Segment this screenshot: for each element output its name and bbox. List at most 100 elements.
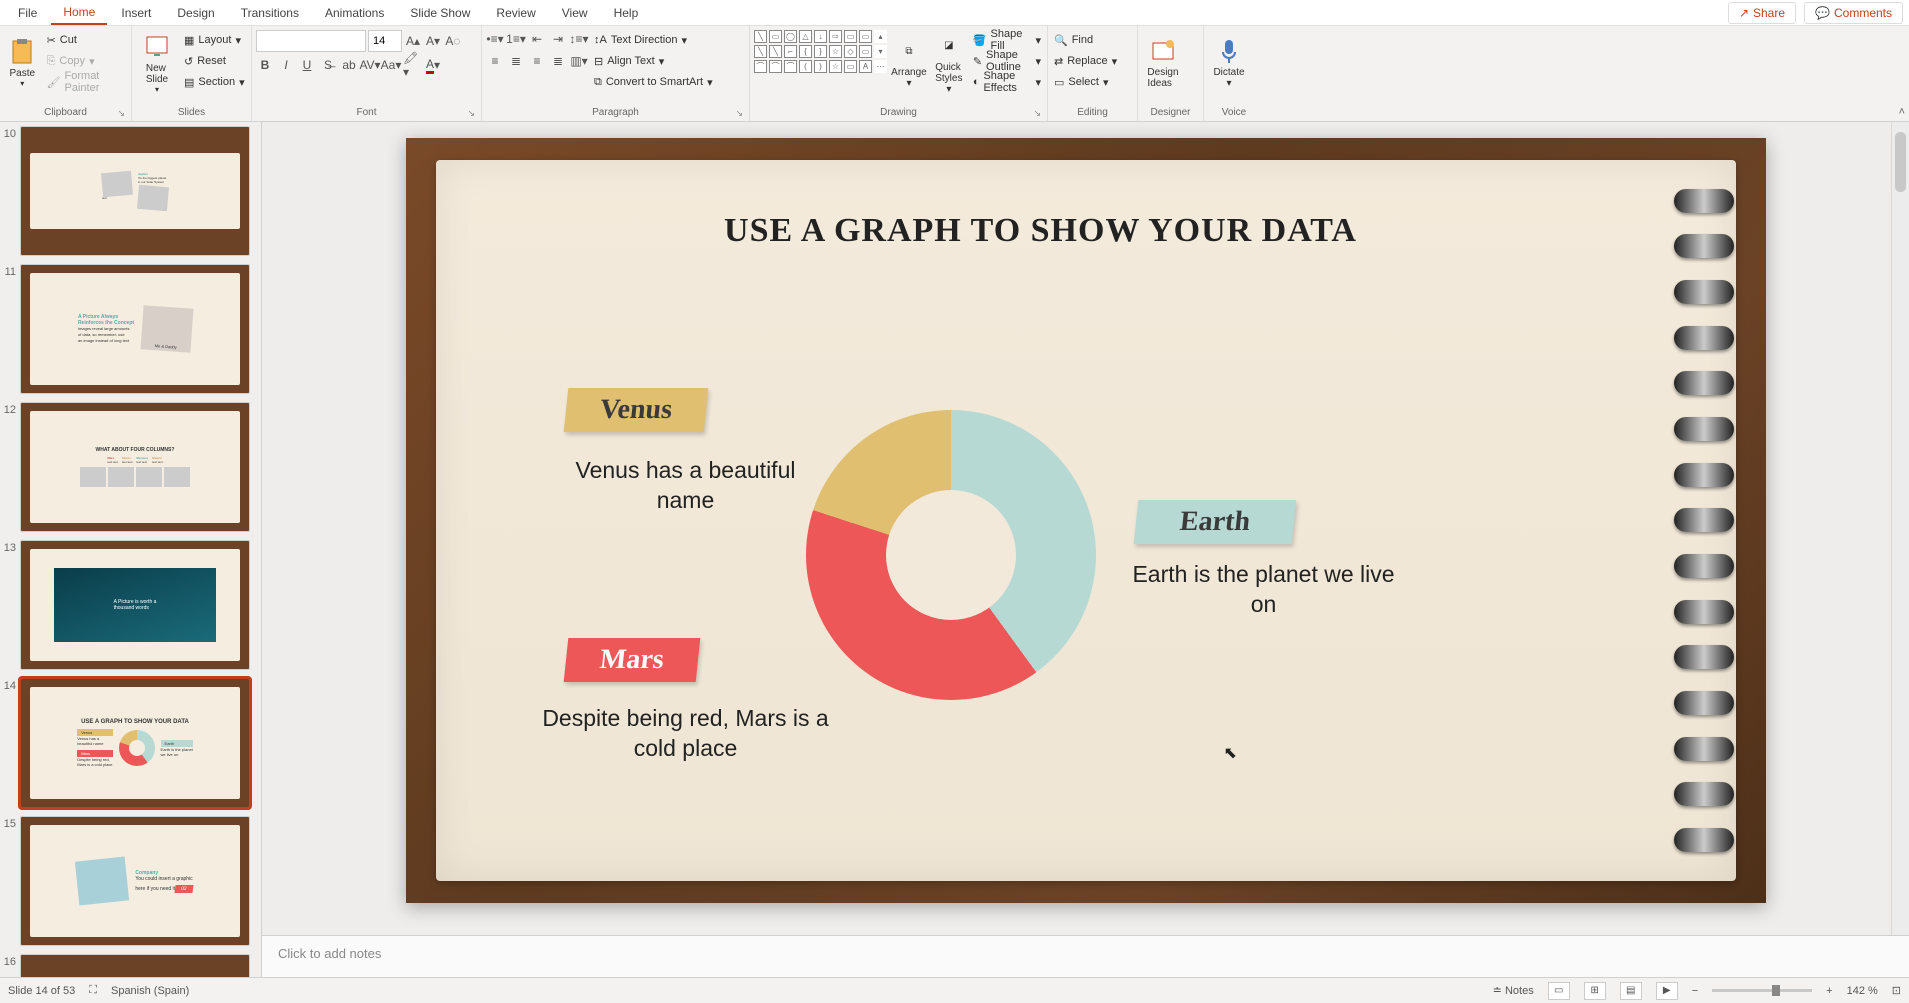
quick-styles-button[interactable]: ◪Quick Styles▾ [931,30,967,96]
align-center-button[interactable]: ≣ [507,52,525,70]
shadow-button[interactable]: ab [340,56,358,74]
earth-label-tape[interactable]: Earth [1133,500,1296,544]
shape-effects-button[interactable]: ◐Shape Effects ▾ [971,72,1043,92]
drawing-launcher-icon[interactable]: ↘ [1033,108,1041,119]
numbering-button[interactable]: 1≡▾ [507,30,525,48]
reset-button[interactable]: ↺Reset [182,51,247,71]
tab-view[interactable]: View [550,2,600,24]
line-spacing-button[interactable]: ↕≡▾ [570,30,588,48]
layout-icon: ▦ [184,34,194,47]
columns-button[interactable]: ▥▾ [570,52,588,70]
earth-description[interactable]: Earth is the planet we live on [1124,560,1404,620]
dictate-button[interactable]: Dictate▾ [1208,30,1250,96]
slide-counter: Slide 14 of 53 [8,985,75,997]
fit-window-button[interactable]: ⊡ [1892,984,1901,997]
italic-button[interactable]: I [277,56,295,74]
text-direction-button[interactable]: ↕AText Direction ▾ [592,30,715,50]
slide-thumbnails-panel[interactable]: 10textJupiterIt's the biggest planetin o… [0,122,262,977]
canvas-area[interactable]: USE A GRAPH TO SHOW YOUR DATA Venus Venu… [262,122,1909,935]
donut-chart[interactable] [806,410,1096,700]
notes-pane[interactable]: Click to add notes [262,935,1909,977]
shrink-font-button[interactable]: A▾ [424,32,442,50]
notes-toggle[interactable]: ≐ Notes [1493,984,1534,997]
vertical-scrollbar[interactable] [1891,122,1909,935]
zoom-percent[interactable]: 142 % [1847,985,1878,997]
shape-outline-button[interactable]: ✎Shape Outline ▾ [971,51,1043,71]
justify-button[interactable]: ≣ [549,52,567,70]
font-name-input[interactable] [256,30,366,52]
share-button[interactable]: ↗Share [1728,2,1796,24]
align-left-button[interactable]: ≡ [486,52,504,70]
tab-animations[interactable]: Animations [313,2,396,24]
bullets-button[interactable]: •≡▾ [486,30,504,48]
reading-view-button[interactable]: ▤ [1620,982,1642,1000]
select-button[interactable]: ▭Select ▾ [1052,72,1119,92]
tab-insert[interactable]: Insert [109,2,163,24]
language-indicator[interactable]: Spanish (Spain) [111,985,189,997]
arrange-button[interactable]: ⧉Arrange▾ [891,30,927,96]
normal-view-button[interactable]: ▭ [1548,982,1570,1000]
convert-smartart-button[interactable]: ⧉Convert to SmartArt ▾ [592,72,715,92]
font-color-button[interactable]: A▾ [424,56,442,74]
clear-formatting-button[interactable]: A◌ [444,32,462,50]
cut-button[interactable]: ✂Cut [45,30,127,50]
zoom-out-button[interactable]: − [1692,985,1698,997]
underline-button[interactable]: U [298,56,316,74]
indent-button[interactable]: ⇥ [549,30,567,48]
paragraph-launcher-icon[interactable]: ↘ [735,108,743,119]
layout-button[interactable]: ▦Layout ▾ [182,30,247,50]
venus-label-tape[interactable]: Venus [563,388,708,432]
collapse-ribbon-button[interactable]: ˄ [1899,106,1905,118]
zoom-in-button[interactable]: + [1826,985,1832,997]
highlight-button[interactable]: 🖍▾ [403,56,421,74]
text-direction-icon: ↕A [594,34,607,46]
sorter-view-button[interactable]: ⊞ [1584,982,1606,1000]
section-button[interactable]: ▤Section ▾ [182,72,247,92]
zoom-slider[interactable] [1712,989,1812,992]
slideshow-view-button[interactable]: ▶ [1656,982,1678,1000]
accessibility-icon[interactable]: ⛶ [89,984,97,997]
slide-canvas[interactable]: USE A GRAPH TO SHOW YOUR DATA Venus Venu… [406,138,1766,903]
venus-description[interactable]: Venus has a beautiful name [546,456,826,516]
slide-thumbnail-10[interactable]: textJupiterIt's the biggest planetin our… [20,126,250,256]
strike-button[interactable]: S̶ [319,56,337,74]
clipboard-launcher-icon[interactable]: ↘ [117,108,125,119]
paste-button[interactable]: Paste▾ [4,30,41,96]
shape-gallery[interactable]: ╲▭◯△↓⇨▭▭▴ ╲╲⌐{}☆◇▭▾ ⌒⌒⌒()☆▭A⋯ [754,30,887,73]
bold-button[interactable]: B [256,56,274,74]
shape-fill-button[interactable]: 🪣Shape Fill ▾ [971,30,1043,50]
spacing-button[interactable]: AV▾ [361,56,379,74]
comments-button[interactable]: 💬Comments [1804,2,1903,24]
tab-home[interactable]: Home [51,1,107,25]
font-size-input[interactable] [368,30,402,52]
slide-thumbnail-14[interactable]: USE A GRAPH TO SHOW YOUR DATAVenusVenus … [20,678,250,808]
font-launcher-icon[interactable]: ↘ [467,108,475,119]
new-slide-button[interactable]: New Slide▾ [136,30,178,96]
replace-button[interactable]: ⇄Replace ▾ [1052,51,1119,71]
find-button[interactable]: 🔍Find [1052,30,1119,50]
mars-description[interactable]: Despite being red, Mars is a cold place [536,704,836,764]
align-right-button[interactable]: ≡ [528,52,546,70]
tab-review[interactable]: Review [484,2,547,24]
outdent-button[interactable]: ⇤ [528,30,546,48]
effects-icon: ◐ [973,76,980,88]
slide-thumbnail-12[interactable]: WHAT ABOUT FOUR COLUMNS?Marstext textVen… [20,402,250,532]
slide-title[interactable]: USE A GRAPH TO SHOW YOUR DATA [436,212,1646,250]
slide-thumbnail-13[interactable]: A Picture is worth athousand words [20,540,250,670]
grow-font-button[interactable]: A▴ [404,32,422,50]
slide-thumbnail-16[interactable]: INFOGRAPHICS MAKE YOUR IDEA UNDERSTANDAB… [20,954,250,977]
format-painter-button[interactable]: 🖌Format Painter [45,72,127,92]
mars-label-tape[interactable]: Mars [563,638,699,682]
copy-button[interactable]: ⎘Copy ▾ [45,51,127,71]
tab-file[interactable]: File [6,2,49,24]
align-text-button[interactable]: ⊟Align Text ▾ [592,51,715,71]
tab-transitions[interactable]: Transitions [229,2,311,24]
slide-thumbnail-15[interactable]: CompanyYou could insert a graphichere if… [20,816,250,946]
tab-help[interactable]: Help [602,2,651,24]
tab-design[interactable]: Design [165,2,226,24]
change-case-button[interactable]: Aa▾ [382,56,400,74]
tab-slideshow[interactable]: Slide Show [398,2,482,24]
brush-icon: 🖌 [47,76,61,89]
design-ideas-button[interactable]: Design Ideas [1142,30,1184,96]
slide-thumbnail-11[interactable]: A Picture AlwaysReinforces the ConceptIm… [20,264,250,394]
